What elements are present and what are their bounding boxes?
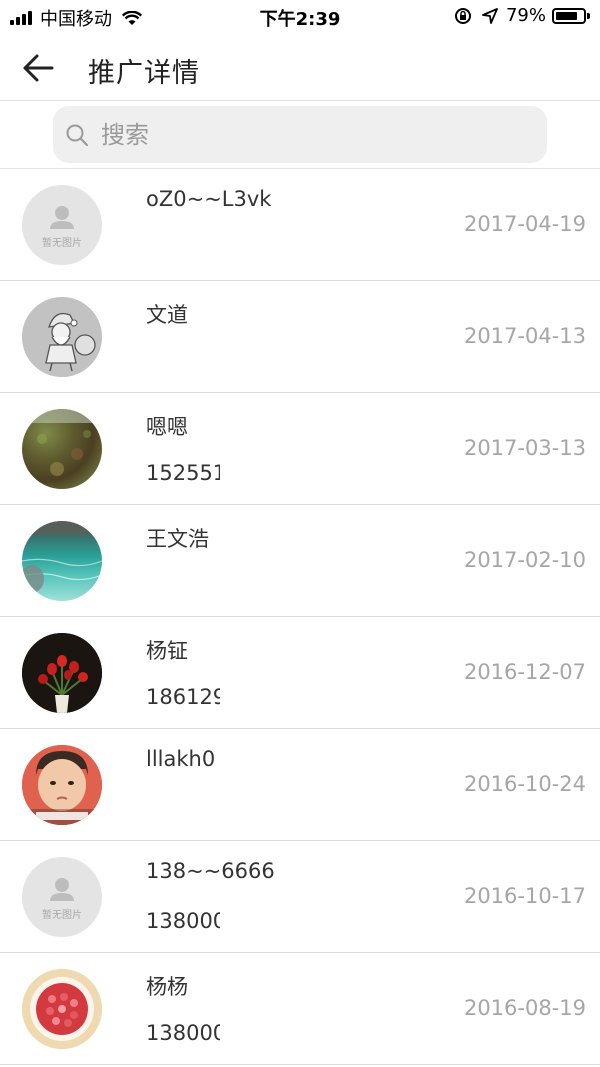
search-input[interactable] (99, 114, 533, 156)
avatar (22, 521, 102, 601)
list-item[interactable]: 文道 2017-04-13 (0, 281, 600, 393)
avatar (22, 297, 102, 377)
item-phone: 152551 (146, 461, 220, 485)
item-name: 王文浩 (146, 527, 209, 551)
item-name: oZ0~~L3vk (146, 187, 272, 211)
rotation-lock-icon (454, 7, 471, 24)
search-box[interactable] (53, 106, 547, 163)
battery-percent: 79% (505, 5, 546, 26)
item-name: 文道 (146, 303, 188, 327)
promotion-list: 暂无图片 oZ0~~L3vk 2017-04-19 文道 2017-04-13 (0, 169, 600, 1065)
item-name: 杨杨 (146, 975, 188, 999)
item-phone: 186129 (146, 685, 220, 709)
arrow-left-icon (23, 54, 54, 82)
avatar (22, 969, 102, 1049)
no-image-label: 暂无图片 (42, 910, 82, 921)
item-date: 2016-10-17 (463, 884, 586, 908)
item-date: 2016-08-19 (463, 996, 586, 1020)
battery-level (556, 11, 577, 20)
battery-cap (587, 12, 590, 19)
user-placeholder-icon (50, 206, 74, 229)
list-item[interactable]: 杨钲 186129 2016-12-07 (0, 617, 600, 729)
item-name: 嗯嗯 (146, 415, 188, 439)
item-date: 2016-10-24 (463, 772, 586, 796)
back-button[interactable] (20, 50, 60, 86)
item-phone: 138000 (146, 909, 220, 933)
avatar: 暂无图片 (22, 185, 102, 265)
item-phone: 138000 (146, 1021, 220, 1045)
avatar: 暂无图片 (22, 857, 102, 937)
search-icon (66, 124, 89, 147)
status-bar: 中国移动 下午2:39 79% (0, 0, 600, 34)
list-item[interactable]: 暂无图片 138~~6666 138000 2016-10-17 (0, 841, 600, 953)
list-item[interactable]: 王文浩 2017-02-10 (0, 505, 600, 617)
item-name: 杨钲 (146, 639, 188, 663)
avatar (22, 633, 102, 713)
item-date: 2017-04-13 (463, 324, 586, 348)
water-photo-icon (22, 521, 102, 593)
user-placeholder-icon (50, 878, 74, 901)
page-title: 推广详情 (88, 58, 200, 89)
item-date: 2016-12-07 (463, 660, 586, 684)
tulips-photo-icon (22, 633, 102, 713)
hillside-photo-icon (22, 409, 102, 476)
nav-bar: 推广详情 (0, 34, 600, 101)
item-date: 2017-04-19 (463, 212, 586, 236)
no-image-label: 暂无图片 (42, 238, 82, 249)
pomegranate-photo-icon (22, 969, 102, 1049)
item-name: 138~~6666 (146, 859, 275, 883)
search-bar (0, 101, 600, 169)
child-photo-icon (22, 745, 102, 825)
status-right: 79% (454, 5, 590, 26)
list-item[interactable]: 杨杨 138000 2016-08-19 (0, 953, 600, 1065)
item-date: 2017-02-10 (463, 548, 586, 572)
item-name: lllakh0 (146, 747, 216, 771)
item-date: 2017-03-13 (463, 436, 586, 460)
battery-icon (552, 7, 586, 24)
avatar (22, 745, 102, 825)
list-item[interactable]: 嗯嗯 152551 2017-03-13 (0, 393, 600, 505)
list-item[interactable]: lllakh0 2016-10-24 (0, 729, 600, 841)
santa-sketch-icon (22, 297, 102, 377)
list-item[interactable]: 暂无图片 oZ0~~L3vk 2017-04-19 (0, 169, 600, 281)
avatar (22, 409, 102, 489)
location-arrow-icon (482, 7, 498, 24)
